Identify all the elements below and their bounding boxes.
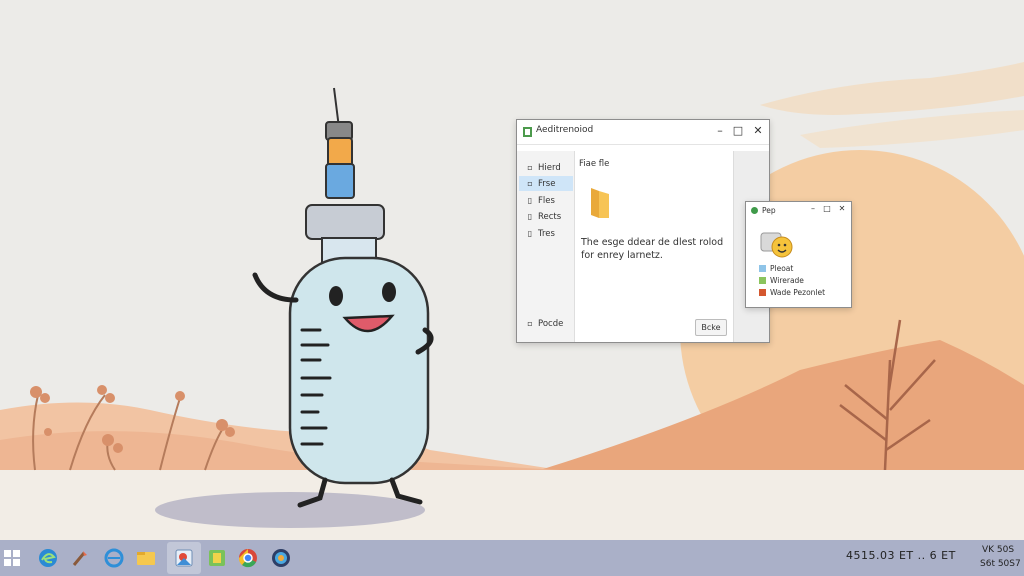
image-icon [759, 265, 766, 272]
back-button[interactable]: Bcke [695, 319, 727, 336]
browser-icon[interactable] [271, 548, 291, 568]
minimize-button[interactable]: – [808, 204, 818, 214]
start-icon[interactable] [4, 550, 20, 566]
paint-icon[interactable] [70, 548, 90, 568]
minimize-button[interactable]: – [713, 124, 727, 138]
folder-icon[interactable] [136, 548, 156, 568]
sidebar-item-home[interactable]: ▫ Hierd [519, 160, 573, 175]
list-item[interactable]: Wirerade [759, 276, 804, 286]
taskbar: 4515.03 ET .. 6 ET VK 50S S6t 50S7 [0, 540, 1024, 576]
tray-text-bottom: S6t 50S7 [980, 559, 1021, 569]
sidebar-item-label: Frse [538, 179, 556, 189]
sidebar-item-label: Pocde [538, 319, 564, 329]
sidebar-item-label: Tres [538, 229, 555, 239]
desktop-wallpaper [0, 0, 1024, 540]
window-title: Pep [762, 206, 776, 215]
image-icon [759, 277, 766, 284]
sidebar-item-label: Fles [538, 196, 555, 206]
gallery-icon: ▫ [527, 179, 533, 188]
sidebar-item-files[interactable]: ▯ Fles [519, 193, 573, 208]
sidebar-item-pocde[interactable]: ▫ Pocde [519, 316, 573, 331]
edge-icon[interactable] [38, 548, 58, 568]
document-icon: ▯ [527, 229, 533, 238]
sidebar: ▫ Hierd ▫ Frse ▯ Fles ▯ Rects ▯ Tres ▫ Pocde [517, 151, 575, 342]
list-item[interactable]: Wade Pezonlet [759, 288, 825, 298]
maximize-button[interactable]: □ [731, 124, 745, 138]
settings-icon: ▫ [527, 319, 533, 328]
home-icon: ▫ [527, 163, 533, 172]
list-item[interactable]: Pleoat [759, 264, 793, 274]
tools-icon [759, 289, 766, 296]
close-button[interactable]: ✕ [837, 204, 847, 214]
maximize-button[interactable]: □ [822, 204, 832, 214]
tray-text-top: VK 50S [982, 545, 1015, 555]
app-icon [751, 207, 758, 214]
folder-icon[interactable] [589, 186, 611, 220]
window-title: Aeditrenoiod [536, 125, 594, 135]
sidebar-item-tres[interactable]: ▯ Tres [519, 226, 573, 241]
file-dialog-window: Aeditrenoiod – □ ✕ ▫ Hierd ▫ Frse ▯ Fles ▯ R… [516, 119, 770, 343]
media-icon[interactable] [207, 548, 227, 568]
sidebar-item-rects[interactable]: ▯ Rects [519, 209, 573, 224]
shadow-shape [155, 492, 425, 528]
content-header: Fiae fle [579, 159, 610, 169]
dialog-message: The esge ddear de dlest rolod for enrey … [581, 237, 724, 261]
sidebar-item-frse[interactable]: ▫ Frse [519, 176, 573, 191]
photos-icon[interactable] [174, 548, 194, 568]
ie-icon[interactable] [104, 548, 124, 568]
close-button[interactable]: ✕ [751, 124, 765, 138]
clock-text[interactable]: 4515.03 ET .. 6 ET [846, 549, 956, 562]
title-bar[interactable]: Aeditrenoiod – □ ✕ [517, 120, 769, 145]
sidebar-item-label: Hierd [538, 163, 561, 173]
chrome-icon[interactable] [238, 548, 258, 568]
emoji-icon [760, 232, 793, 258]
document-icon: ▯ [527, 212, 533, 221]
file-icon: ▯ [527, 196, 533, 205]
small-popup-window: Pep – □ ✕ Pleoat Wirerade Wade Pezonlet [745, 201, 852, 308]
sidebar-item-label: Rects [538, 212, 562, 222]
app-icon [523, 127, 532, 137]
